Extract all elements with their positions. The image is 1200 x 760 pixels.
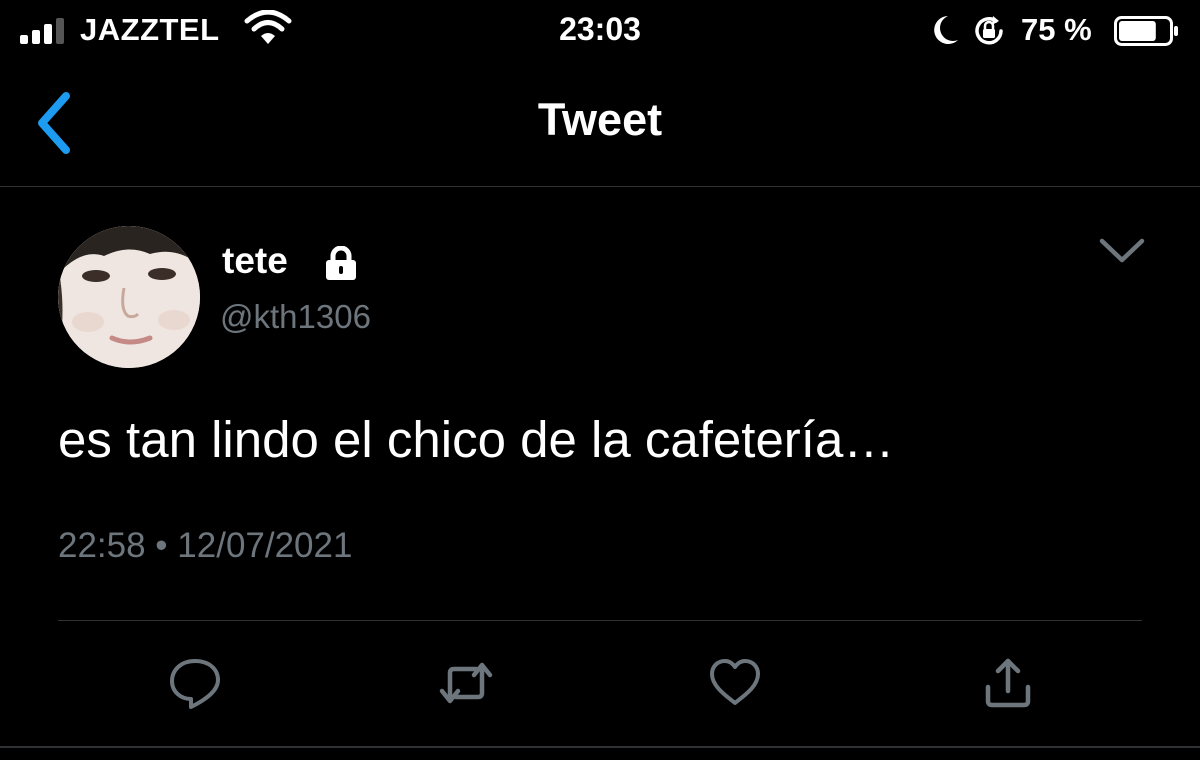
bottom-divider <box>0 746 1200 748</box>
tweet-detail-screen: JAZZTEL 23:03 75 % Tweet tete @kth1306 e… <box>0 0 1200 760</box>
tweet-timestamp[interactable]: 22:58 • 12/07/2021 <box>58 526 352 566</box>
status-time: 23:03 <box>559 11 641 47</box>
author-display-name[interactable]: tete <box>222 240 288 282</box>
author-handle[interactable]: @kth1306 <box>220 298 371 336</box>
rotation-lock-icon <box>975 16 1003 45</box>
lock-icon <box>326 246 356 280</box>
share-button[interactable] <box>980 655 1036 711</box>
battery-icon <box>1114 16 1178 46</box>
avatar-image <box>58 226 200 368</box>
chevron-down-icon[interactable] <box>1098 236 1146 266</box>
reply-button[interactable] <box>167 655 223 711</box>
avatar[interactable] <box>58 226 200 368</box>
battery-level-fill <box>1119 21 1156 41</box>
reply-icon <box>170 659 220 709</box>
retweet-button[interactable] <box>438 655 494 711</box>
retweet-icon <box>439 662 493 704</box>
page-title: Tweet <box>537 94 663 145</box>
divider <box>58 620 1142 621</box>
like-button[interactable] <box>707 655 763 711</box>
share-icon <box>985 658 1031 708</box>
status-bar: JAZZTEL 23:03 75 % <box>0 0 1200 64</box>
heart-icon <box>710 659 760 705</box>
battery-percentage: 75 % <box>1021 12 1092 47</box>
navigation-bar: Tweet <box>0 64 1200 187</box>
moon-icon <box>934 16 958 44</box>
tweet-text: es tan lindo el chico de la cafetería… <box>58 411 895 468</box>
